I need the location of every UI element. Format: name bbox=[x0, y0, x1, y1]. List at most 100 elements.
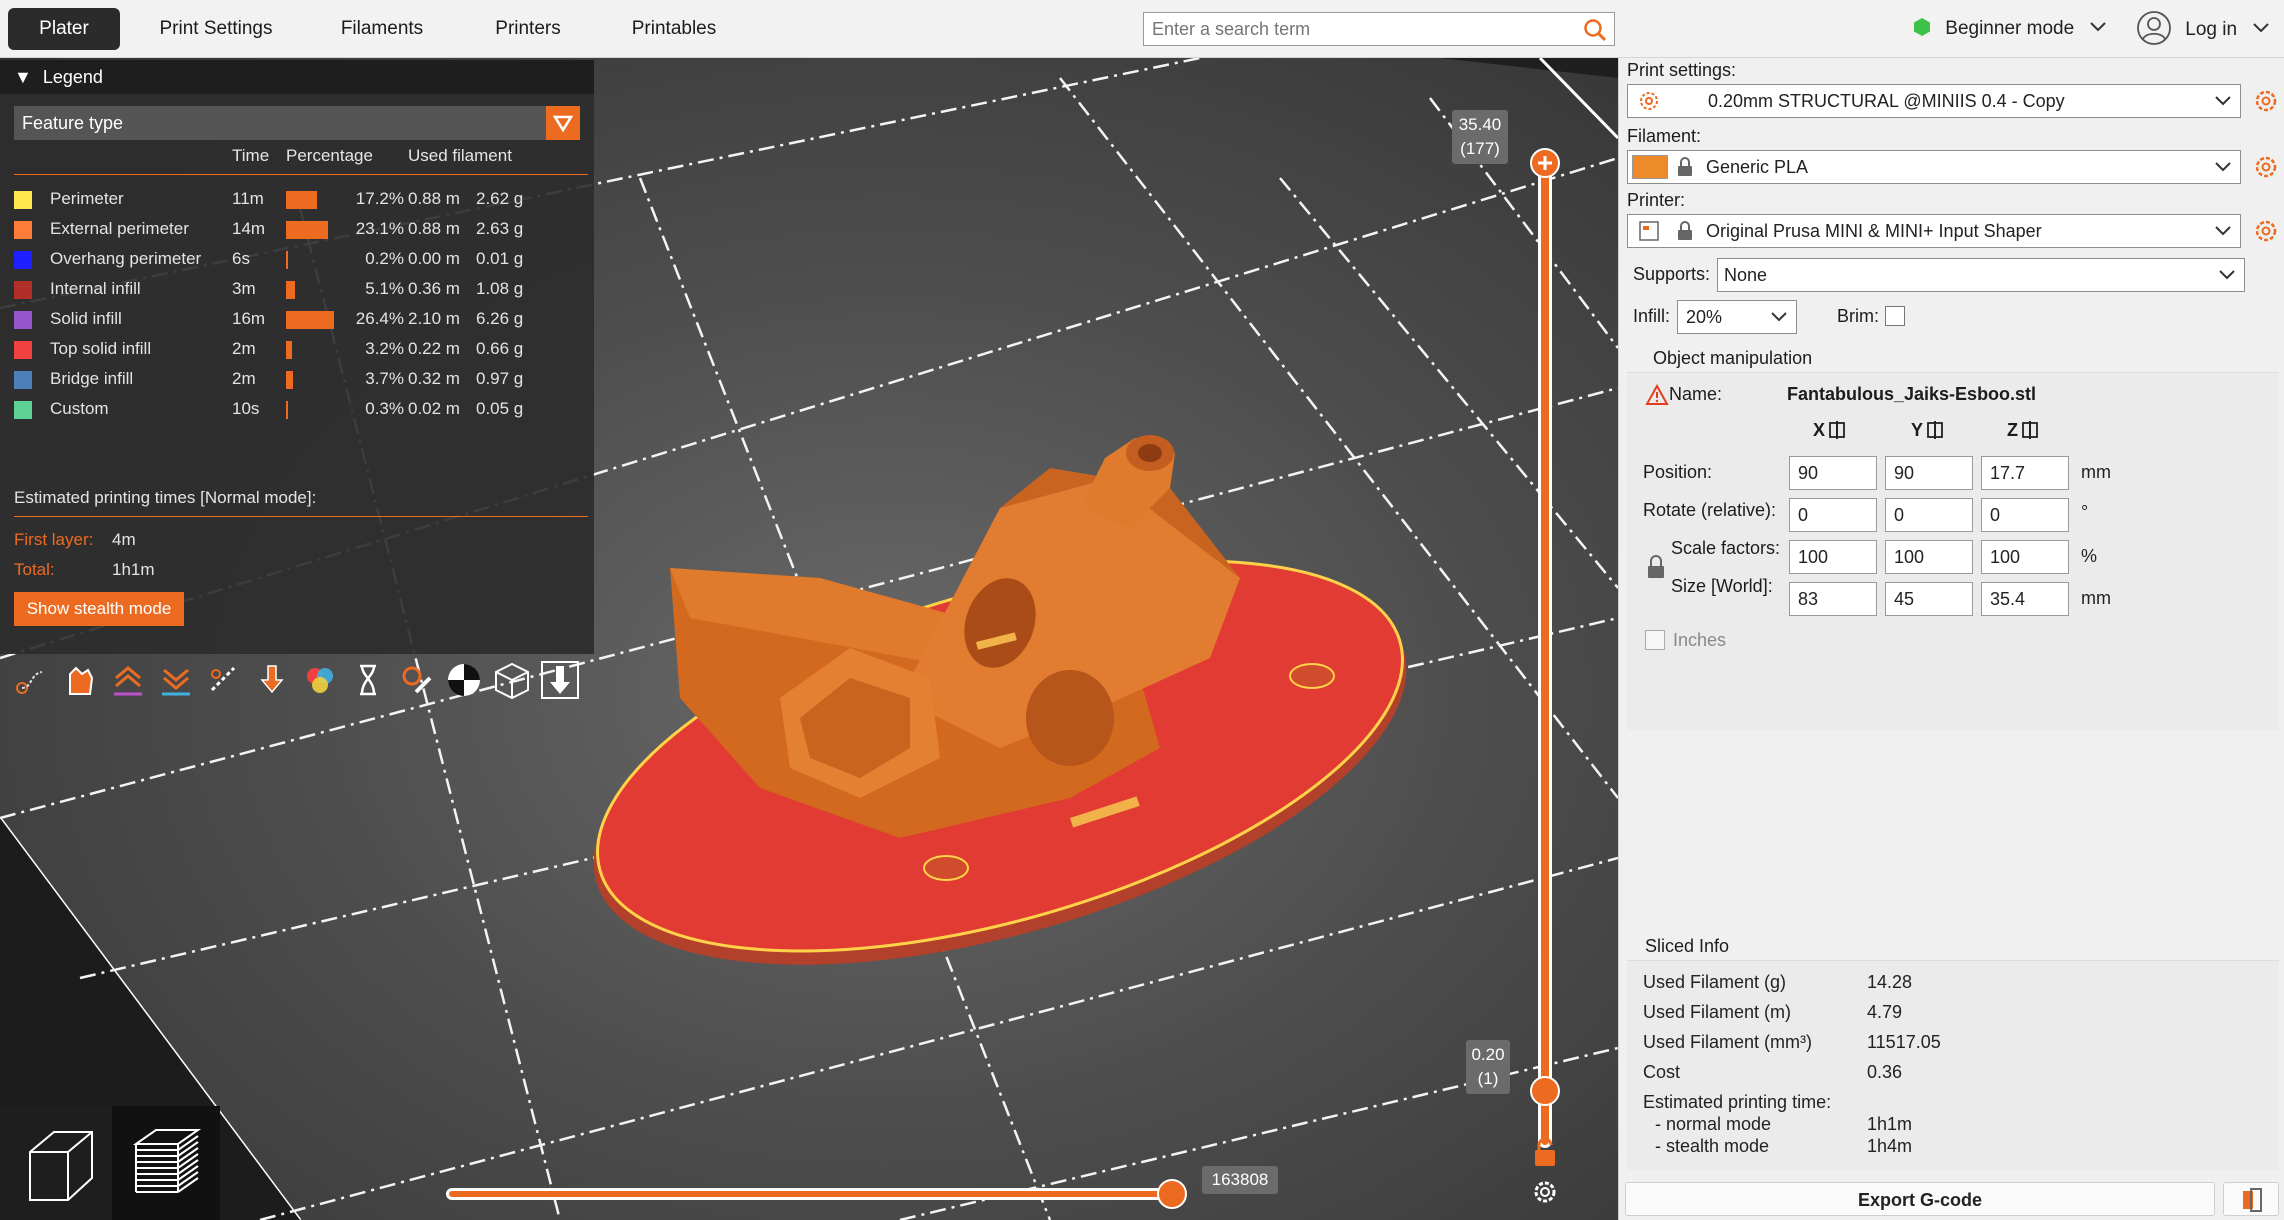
print-settings-combo[interactable]: 0.20mm STRUCTURAL @MINIIS 0.4 - Copy bbox=[1627, 84, 2241, 118]
sliced-info-value: 14.28 bbox=[1867, 972, 1913, 992]
brim-checkbox[interactable] bbox=[1885, 306, 1905, 326]
print-settings-gear-icon[interactable] bbox=[2253, 88, 2279, 114]
scale-y-field[interactable]: 100 bbox=[1885, 540, 1973, 574]
preview-button[interactable] bbox=[112, 1106, 220, 1220]
legend-feature-grams: 1.08 g bbox=[476, 279, 524, 298]
supports-combo[interactable]: None bbox=[1717, 258, 2245, 292]
legend-row[interactable]: Solid infill 16m 26.4% 2.10 m 6.26 g bbox=[14, 304, 594, 334]
rotate-x-field[interactable]: 0 bbox=[1789, 498, 1877, 532]
scale-z-field[interactable]: 100 bbox=[1981, 540, 2069, 574]
legend-color-swatch[interactable] bbox=[14, 221, 32, 239]
legend-row[interactable]: External perimeter 14m 23.1% 0.88 m 2.63 g bbox=[14, 214, 594, 244]
normal-mode-value: 1h1m bbox=[1867, 1114, 1913, 1134]
warning-icon bbox=[1645, 384, 1669, 405]
3d-view-cube-icon[interactable] bbox=[10, 1118, 106, 1214]
view-type-buttons bbox=[0, 1106, 220, 1220]
object-manipulation-title: Object manipulation bbox=[1653, 348, 1813, 368]
scale-x-field[interactable]: 100 bbox=[1789, 540, 1877, 574]
retractions-icon[interactable] bbox=[108, 660, 148, 700]
legend-color-swatch[interactable] bbox=[14, 401, 32, 419]
legend-feature-percentage: 0.2% bbox=[365, 249, 404, 268]
legend-row[interactable]: Overhang perimeter 6s 0.2% 0.00 m 0.01 g bbox=[14, 244, 594, 274]
legend-feature-meters: 0.88 m bbox=[408, 189, 460, 208]
tab-printers[interactable]: Printers bbox=[470, 8, 586, 50]
size-y-field[interactable]: 45 bbox=[1885, 582, 1973, 616]
scale-label: Scale factors: bbox=[1671, 538, 1781, 558]
tab-plater[interactable]: Plater bbox=[8, 8, 120, 50]
mode-selector[interactable]: Beginner mode bbox=[1912, 12, 2107, 46]
size-x-field[interactable]: 83 bbox=[1789, 582, 1877, 616]
position-x-field[interactable]: 90 bbox=[1789, 456, 1877, 490]
shells-icon[interactable] bbox=[492, 660, 532, 700]
legend-color-swatch[interactable] bbox=[14, 191, 32, 209]
export-gcode-button[interactable]: Export G-code bbox=[1625, 1182, 2215, 1216]
size-unit: mm bbox=[2081, 588, 2111, 608]
search-icon[interactable] bbox=[1582, 17, 1608, 43]
legend-color-swatch[interactable] bbox=[14, 311, 32, 329]
move-slider-track[interactable] bbox=[446, 1188, 1170, 1200]
position-y-field[interactable]: 90 bbox=[1885, 456, 1973, 490]
lock-icon[interactable] bbox=[1531, 1136, 1559, 1168]
scale-lock-icon[interactable] bbox=[1645, 554, 1667, 580]
export-gcode-label: Export G-code bbox=[1857, 1190, 1982, 1210]
center-of-gravity-icon[interactable] bbox=[444, 660, 484, 700]
pause-prints-icon[interactable] bbox=[348, 660, 388, 700]
legend-color-swatch[interactable] bbox=[14, 281, 32, 299]
travel-icon[interactable] bbox=[12, 660, 52, 700]
legend-feature-meters: 0.36 m bbox=[408, 279, 460, 298]
move-slider-thumb[interactable] bbox=[1157, 1179, 1187, 1209]
infill-combo[interactable]: 20% bbox=[1677, 300, 1797, 334]
tab-filaments[interactable]: Filaments bbox=[322, 8, 442, 50]
tab-printables[interactable]: Printables bbox=[616, 8, 732, 50]
legend-feature-time: 14m bbox=[232, 219, 266, 238]
tool-changes-icon[interactable] bbox=[252, 660, 292, 700]
legend-color-swatch[interactable] bbox=[14, 341, 32, 359]
seams-icon[interactable] bbox=[204, 660, 244, 700]
legend-feature-grams: 0.01 g bbox=[476, 249, 524, 268]
legend-row[interactable]: Custom 10s 0.3% 0.02 m 0.05 g bbox=[14, 394, 594, 424]
size-z-field[interactable]: 35.4 bbox=[1981, 582, 2069, 616]
rotate-y-field[interactable]: 0 bbox=[1885, 498, 1973, 532]
print-settings-value: 0.20mm STRUCTURAL @MINIIS 0.4 - Copy bbox=[1708, 91, 2065, 111]
printer-combo[interactable]: Original Prusa MINI & MINI+ Input Shaper bbox=[1627, 214, 2241, 248]
legend-feature-time: 16m bbox=[232, 309, 266, 328]
layer-slider-bottom-thumb[interactable] bbox=[1530, 1076, 1560, 1106]
supports-value: None bbox=[1724, 265, 1768, 285]
view-type-combo[interactable]: Feature type bbox=[14, 106, 580, 140]
position-z-field[interactable]: 17.7 bbox=[1981, 456, 2069, 490]
filament-color-swatch[interactable] bbox=[1632, 155, 1668, 179]
tool-marker-icon[interactable] bbox=[540, 660, 580, 700]
layer-slider-track[interactable] bbox=[1538, 158, 1552, 1148]
legend-feature-grams: 0.05 g bbox=[476, 399, 524, 418]
sliced-info-key: Used Filament (g) bbox=[1643, 972, 1787, 992]
show-stealth-mode-button[interactable]: Show stealth mode bbox=[14, 592, 184, 626]
send-to-printer-button[interactable] bbox=[2223, 1182, 2279, 1216]
printer-gear-icon[interactable] bbox=[2253, 218, 2279, 244]
filament-combo[interactable]: Generic PLA bbox=[1627, 150, 2241, 184]
filament-gear-icon[interactable] bbox=[2253, 154, 2279, 180]
legend-row[interactable]: Top solid infill 2m 3.2% 0.22 m 0.66 g bbox=[14, 334, 594, 364]
wipe-icon[interactable] bbox=[60, 660, 100, 700]
legend-row[interactable]: Bridge infill 2m 3.7% 0.32 m 0.97 g bbox=[14, 364, 594, 394]
deretractions-icon[interactable] bbox=[156, 660, 196, 700]
inches-checkbox[interactable] bbox=[1645, 630, 1665, 650]
login-button[interactable]: Log in bbox=[2136, 10, 2270, 48]
legend-color-swatch[interactable] bbox=[14, 371, 32, 389]
bottom-layer-label: 0.20 (1) bbox=[1466, 1040, 1510, 1094]
search-input[interactable] bbox=[1152, 17, 1572, 41]
legend-feature-meters: 0.22 m bbox=[408, 339, 460, 358]
legend-color-swatch[interactable] bbox=[14, 251, 32, 269]
rotate-z-field[interactable]: 0 bbox=[1981, 498, 2069, 532]
bottom-height: 0.20 bbox=[1471, 1045, 1505, 1064]
custom-gcodes-icon[interactable] bbox=[396, 660, 436, 700]
layer-slider-top-thumb[interactable] bbox=[1530, 148, 1560, 178]
tab-print-settings[interactable]: Print Settings bbox=[140, 8, 292, 50]
chevron-down-icon bbox=[2215, 162, 2231, 172]
supports-label: Supports: bbox=[1633, 264, 1711, 284]
settings-gear-icon[interactable] bbox=[1531, 1178, 1559, 1206]
legend-row[interactable]: Perimeter 11m 17.2% 0.88 m 2.62 g bbox=[14, 184, 594, 214]
legend-row[interactable]: Internal infill 3m 5.1% 0.36 m 1.08 g bbox=[14, 274, 594, 304]
legend-header[interactable]: ▼ Legend bbox=[0, 60, 594, 94]
color-changes-icon[interactable] bbox=[300, 660, 340, 700]
total-label: Total: bbox=[14, 560, 55, 579]
